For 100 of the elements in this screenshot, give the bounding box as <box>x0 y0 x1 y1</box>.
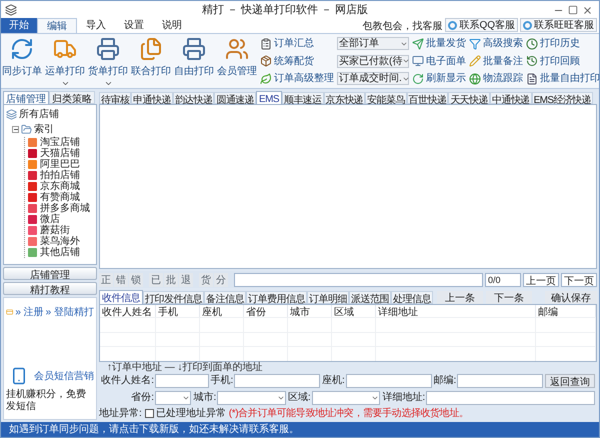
tree-item[interactable]: 拼多多商城 <box>40 203 90 214</box>
save-button[interactable]: 确认保存 <box>545 291 597 304</box>
detail-tab[interactable]: 订单明细 <box>307 291 349 304</box>
tree-item[interactable]: 淘宝店铺 <box>40 137 80 148</box>
pencil-icon <box>469 55 481 67</box>
search-field[interactable] <box>234 272 483 286</box>
carrier-tab[interactable]: 中通快递 <box>490 92 532 104</box>
table-cell <box>100 317 156 332</box>
phone-icon <box>10 367 28 385</box>
select-field[interactable] <box>217 390 286 404</box>
carrier-tab[interactable]: 韵达快递 <box>172 92 214 104</box>
ribbon-small-button[interactable]: 订单汇总 <box>260 36 334 51</box>
ribbon-small-button[interactable]: 打印历史 <box>526 36 599 51</box>
filter-dropdown[interactable]: 全部订单 <box>337 37 409 50</box>
ribbon-small-button[interactable]: 统筹配货 <box>260 54 334 68</box>
table-cell <box>156 346 200 361</box>
ribbon-small-button[interactable]: 打印回顾 <box>526 54 599 68</box>
close-icon[interactable] <box>582 4 593 16</box>
ring-icon <box>523 20 532 30</box>
nav-button[interactable]: 下一条 <box>486 291 532 304</box>
carrier-tab[interactable]: 天天快递 <box>448 92 490 104</box>
tree-item[interactable]: 有赞商城 <box>40 192 80 203</box>
column-header: 邮编 <box>536 305 596 317</box>
panel-button[interactable]: 精打教程 <box>3 282 97 295</box>
tree-item[interactable]: 拍拍店铺 <box>40 170 80 181</box>
sms-link[interactable]: 会员短信营销 <box>34 368 94 384</box>
table-cell <box>156 317 200 332</box>
detail-tab[interactable]: 订单费用信息 <box>246 291 307 304</box>
ribbon-small-button[interactable]: 批量备注 <box>469 54 523 68</box>
ribbon-tab[interactable]: 导入 <box>77 18 115 33</box>
tree-item[interactable]: 所有店铺 <box>19 107 59 122</box>
ribbon-small-button[interactable]: 订单高级整理 <box>260 71 334 86</box>
link[interactable]: » 登陆精打 <box>46 304 94 320</box>
carrier-tab[interactable]: EMS <box>256 91 282 104</box>
pager-button[interactable]: 上一页 <box>523 272 559 286</box>
ribbon-small-button[interactable]: 批量发货 <box>412 36 466 51</box>
panel-tab[interactable]: 归类策略 <box>49 91 95 104</box>
checkbox-label[interactable]: 已处理地址异常 <box>156 406 226 421</box>
detail-tab[interactable]: 打印发件信息 <box>143 291 204 304</box>
column-header: 区域 <box>332 305 376 317</box>
ribbon-large-button[interactable]: 运单打印 <box>45 34 85 88</box>
filter-dropdown[interactable]: 订单成交时间. <box>337 72 409 85</box>
carrier-tab[interactable]: 百世快递 <box>406 92 448 104</box>
panel-tab[interactable]: 店铺管理 <box>3 91 49 104</box>
carrier-tab[interactable]: 京东快递 <box>324 92 366 104</box>
ribbon-large-button[interactable]: 联合打印 <box>131 34 171 88</box>
maximize-icon[interactable] <box>568 4 578 14</box>
field-label: 座机: <box>322 374 346 388</box>
carrier-tab[interactable]: 安能菜鸟 <box>365 92 407 104</box>
detail-tab[interactable]: 派送范围 <box>349 291 391 304</box>
tree-item[interactable]: 天猫店铺 <box>40 148 80 159</box>
input-field[interactable] <box>234 374 320 388</box>
input-field[interactable] <box>346 374 432 388</box>
checkbox[interactable] <box>144 409 154 418</box>
ribbon-large-button[interactable]: 同步订单 <box>2 34 42 88</box>
tree-item[interactable]: 索引 <box>34 122 54 137</box>
table-cell <box>244 346 288 361</box>
carrier-tab[interactable]: 顺丰速运 <box>282 92 324 104</box>
ribbon-small-button[interactable]: 电子面单 <box>412 54 466 68</box>
tree-item[interactable]: 阿里巴巴 <box>40 159 80 170</box>
ribbon-large-button[interactable]: 会员管理 <box>217 34 257 88</box>
tree-item[interactable]: 其他店铺 <box>40 247 80 258</box>
tree-item[interactable]: 京东商城 <box>40 181 80 192</box>
ribbon-large-button[interactable]: 自由打印 <box>174 34 214 88</box>
select-field[interactable] <box>155 390 192 404</box>
ribbon-tab[interactable]: 说明 <box>153 18 191 33</box>
ribbon-large-button[interactable]: 货单打印 <box>88 34 128 88</box>
ribbon-small-button[interactable]: 批量自由打印 <box>526 71 599 86</box>
table-cell <box>200 317 244 332</box>
ribbon-tab[interactable]: 编辑 <box>37 18 77 33</box>
tree-item[interactable]: 菜鸟海外 <box>40 236 80 247</box>
ribbon-small-button[interactable]: 高级搜索 <box>469 36 523 51</box>
detail-tab[interactable]: 收件信息 <box>99 290 143 304</box>
expand-toggle-icon[interactable] <box>12 126 19 133</box>
input-field[interactable] <box>155 374 208 388</box>
input-field[interactable] <box>457 374 543 388</box>
carrier-tab[interactable]: 申通快递 <box>131 92 173 104</box>
ribbon-tab[interactable]: 设置 <box>115 18 153 33</box>
carrier-tab[interactable]: 待审核 <box>99 92 132 104</box>
carrier-tab[interactable]: EMS经济快递 <box>532 92 594 104</box>
contact-button[interactable]: 联系QQ客服 <box>445 18 518 32</box>
nav-button[interactable]: 上一条 <box>437 291 483 304</box>
window-title: 精打 － 快递单打印软件 － 网店版 <box>200 2 370 18</box>
detail-tab[interactable]: 备注信息 <box>204 291 246 304</box>
carrier-tab[interactable]: 圆通速递 <box>214 92 256 104</box>
file-tab[interactable]: 开始 <box>1 18 37 33</box>
detail-tab[interactable]: 处理信息 <box>391 291 433 304</box>
ribbon-small-button[interactable]: 刷新显示 <box>412 71 466 86</box>
query-button[interactable]: 返回查询 <box>545 374 595 388</box>
link[interactable]: » 注册 <box>15 304 44 320</box>
tree-item[interactable]: 微店 <box>40 214 60 225</box>
pager-button[interactable]: 下一页 <box>561 272 597 286</box>
select-field[interactable] <box>312 390 380 404</box>
tree-item[interactable]: 蘑菇街 <box>40 225 70 236</box>
ribbon-small-button[interactable]: 物流跟踪 <box>469 71 523 86</box>
filter-dropdown[interactable]: 买家已付款(待 <box>337 54 409 68</box>
input-field[interactable] <box>426 390 595 404</box>
contact-button[interactable]: 联系旺旺客服 <box>520 18 597 32</box>
panel-button[interactable]: 店铺管理 <box>3 267 97 280</box>
ring-icon <box>448 20 458 30</box>
